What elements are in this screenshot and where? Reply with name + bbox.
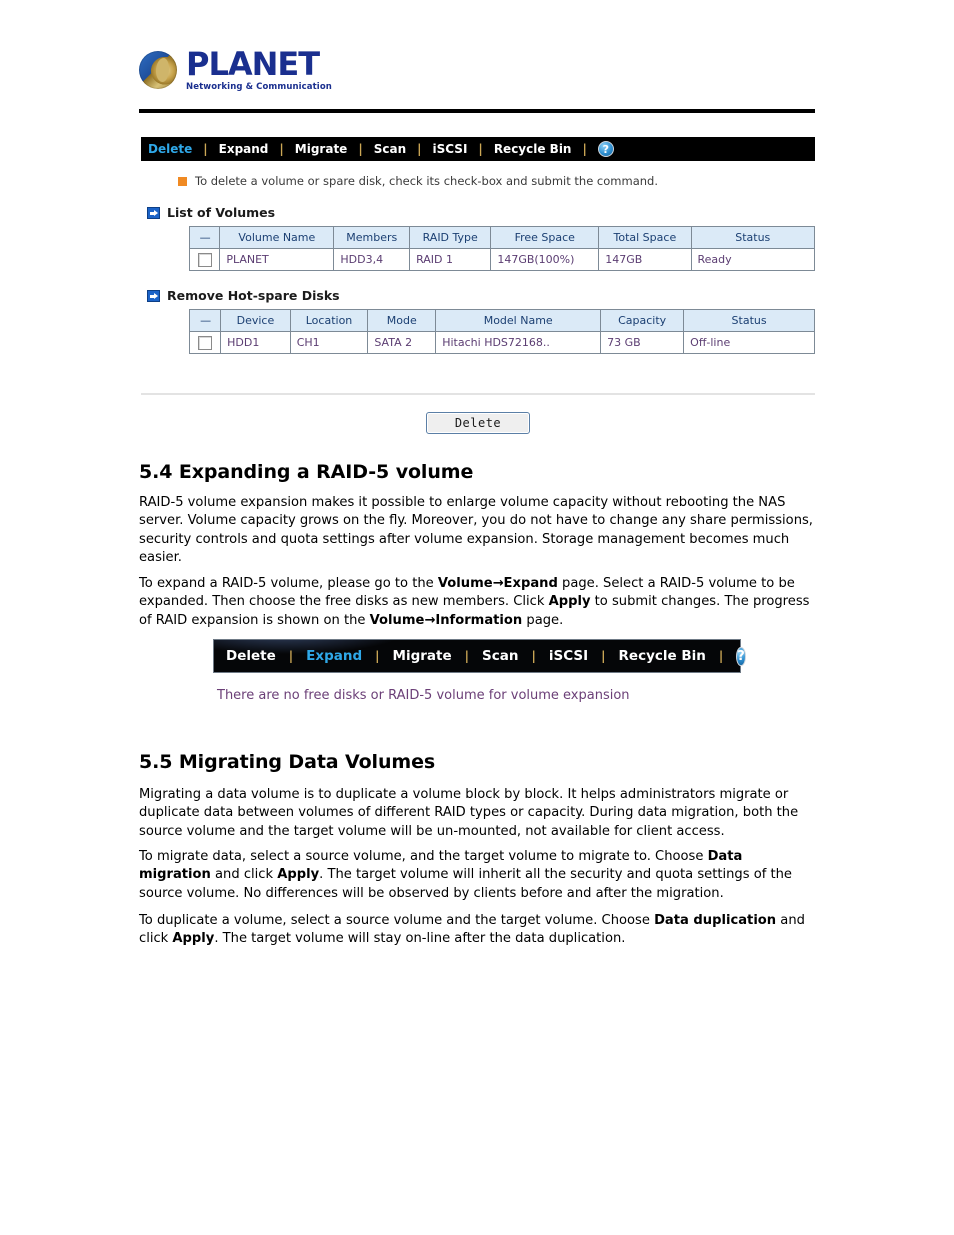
column-header-mode: Mode <box>367 309 437 332</box>
arrow-right-icon <box>147 206 160 219</box>
toolbar-item-migrate[interactable]: Migrate <box>391 648 454 664</box>
remove-hotspare-header: Remove Hot-spare Disks <box>147 288 815 303</box>
header-divider <box>139 109 815 113</box>
delete-instruction: To delete a volume or spare disk, check … <box>178 174 815 188</box>
volume-toolbar-delete: Delete | Expand | Migrate | Scan | iSCSI… <box>141 137 815 161</box>
cell-total-space: 147GB <box>598 248 692 271</box>
toolbar-item-migrate[interactable]: Migrate <box>293 142 350 156</box>
heading-5-4: 5.4 Expanding a RAID-5 volume <box>139 461 474 483</box>
column-header-model-name: Model Name <box>435 309 602 332</box>
help-icon[interactable]: ? <box>597 141 614 157</box>
toolbar-item-iscsi[interactable]: iSCSI <box>431 142 470 156</box>
remove-hotspare-label: Remove Hot-spare Disks <box>167 288 340 303</box>
row-checkbox[interactable] <box>198 335 213 350</box>
toolbar-item-delete[interactable]: Delete <box>146 142 194 156</box>
toolbar-separator: | <box>531 649 536 663</box>
toolbar-item-recycle-bin[interactable]: Recycle Bin <box>492 142 574 156</box>
column-header-capacity: Capacity <box>600 309 685 332</box>
toolbar-item-scan[interactable]: Scan <box>372 142 408 156</box>
arrow-right-icon <box>147 289 160 302</box>
toolbar-item-iscsi[interactable]: iSCSI <box>547 648 590 664</box>
table-row: HDD1 CH1 SATA 2 Hitachi HDS72168.. 73 GB… <box>188 331 815 354</box>
column-header-select: — <box>188 226 221 249</box>
paragraph-5-4-1: RAID-5 volume expansion makes it possibl… <box>139 495 813 566</box>
delete-button-row: Delete <box>141 412 815 434</box>
delete-screen-panel: Delete | Expand | Migrate | Scan | iSCSI… <box>141 137 815 354</box>
logo-tagline: Networking & Communication <box>186 82 332 93</box>
toolbar-item-recycle-bin[interactable]: Recycle Bin <box>617 648 708 664</box>
expand-status-message: There are no free disks or RAID-5 volume… <box>217 688 630 703</box>
table-header-row: — Volume Name Members RAID Type Free Spa… <box>188 226 815 249</box>
toolbar-item-expand[interactable]: Expand <box>304 648 364 664</box>
planet-logo: PLANET Networking & Communication <box>139 44 815 96</box>
toolbar-separator: | <box>601 649 606 663</box>
column-header-free-space: Free Space <box>490 226 600 249</box>
column-header-location: Location <box>289 309 369 332</box>
paragraph-5-4-2: To expand a RAID-5 volume, please go to … <box>139 576 810 628</box>
toolbar-item-scan[interactable]: Scan <box>480 648 520 664</box>
column-header-total-space: Total Space <box>598 226 692 249</box>
paragraph-5-5-2: To migrate data, select a source volume,… <box>139 849 792 901</box>
paragraph-5-5-3: To duplicate a volume, select a source v… <box>139 913 805 947</box>
hotspare-disks-table: — Device Location Mode Model Name Capaci… <box>188 309 815 354</box>
cell-device: HDD1 <box>220 331 291 354</box>
toolbar-separator: | <box>288 649 294 663</box>
column-header-raid-type: RAID Type <box>409 226 492 249</box>
help-icon[interactable]: ? <box>736 646 746 666</box>
row-checkbox[interactable] <box>197 252 212 267</box>
toolbar-separator: | <box>478 142 483 156</box>
column-header-device: Device <box>220 309 291 332</box>
toolbar-separator: | <box>203 142 208 156</box>
document-page: PLANET Networking & Communication Delete… <box>0 0 954 1235</box>
toolbar-separator: | <box>358 142 363 156</box>
toolbar-separator: | <box>718 649 724 663</box>
cell-mode: SATA 2 <box>367 331 437 354</box>
heading-5-5: 5.5 Migrating Data Volumes <box>139 751 436 773</box>
document-header: PLANET Networking & Communication <box>139 44 815 96</box>
volumes-table: — Volume Name Members RAID Type Free Spa… <box>188 226 815 271</box>
cell-raid-type: RAID 1 <box>409 248 492 271</box>
column-header-volume-name: Volume Name <box>219 226 335 249</box>
column-header-status: Status <box>690 226 815 249</box>
column-header-status: Status <box>683 309 815 332</box>
delete-instruction-text: To delete a volume or spare disk, check … <box>195 174 658 188</box>
cell-location: CH1 <box>289 331 369 354</box>
delete-button[interactable]: Delete <box>425 412 531 434</box>
volume-toolbar-expand: Delete | Expand | Migrate | Scan | iSCSI… <box>213 639 746 673</box>
logo-text: PLANET Networking & Communication <box>186 48 332 92</box>
cell-members: HDD3,4 <box>333 248 411 271</box>
toolbar-separator: | <box>375 649 380 663</box>
cell-capacity: 73 GB <box>600 331 685 354</box>
row-select-cell[interactable] <box>188 331 222 354</box>
toolbar-separator: | <box>279 142 284 156</box>
paragraph-5-5-1: Migrating a data volume is to duplicate … <box>139 787 799 839</box>
logo-wordmark: PLANET <box>186 45 320 84</box>
toolbar-separator: | <box>464 649 470 663</box>
cell-status: Off-line <box>683 331 815 354</box>
row-select-cell[interactable] <box>188 248 221 271</box>
table-row: PLANET HDD3,4 RAID 1 147GB(100%) 147GB R… <box>188 248 815 271</box>
list-of-volumes-header: List of Volumes <box>147 205 815 220</box>
column-header-select: — <box>188 309 222 332</box>
bullet-square-icon <box>178 176 187 186</box>
cell-free-space: 147GB(100%) <box>490 248 600 271</box>
list-of-volumes-label: List of Volumes <box>167 205 276 220</box>
toolbar-item-expand[interactable]: Expand <box>217 142 271 156</box>
toolbar-separator: | <box>582 142 587 156</box>
cell-volume-name: PLANET <box>219 248 335 271</box>
cell-status: Ready <box>690 248 815 271</box>
toolbar-item-delete[interactable]: Delete <box>224 648 278 664</box>
toolbar-separator: | <box>417 142 422 156</box>
column-header-members: Members <box>333 226 411 249</box>
expand-screen-panel: Delete | Expand | Migrate | Scan | iSCSI… <box>213 639 746 703</box>
panel-divider <box>141 393 815 395</box>
globe-icon <box>139 51 177 89</box>
cell-model-name: Hitachi HDS72168.. <box>435 331 602 354</box>
table-header-row: — Device Location Mode Model Name Capaci… <box>188 309 815 332</box>
